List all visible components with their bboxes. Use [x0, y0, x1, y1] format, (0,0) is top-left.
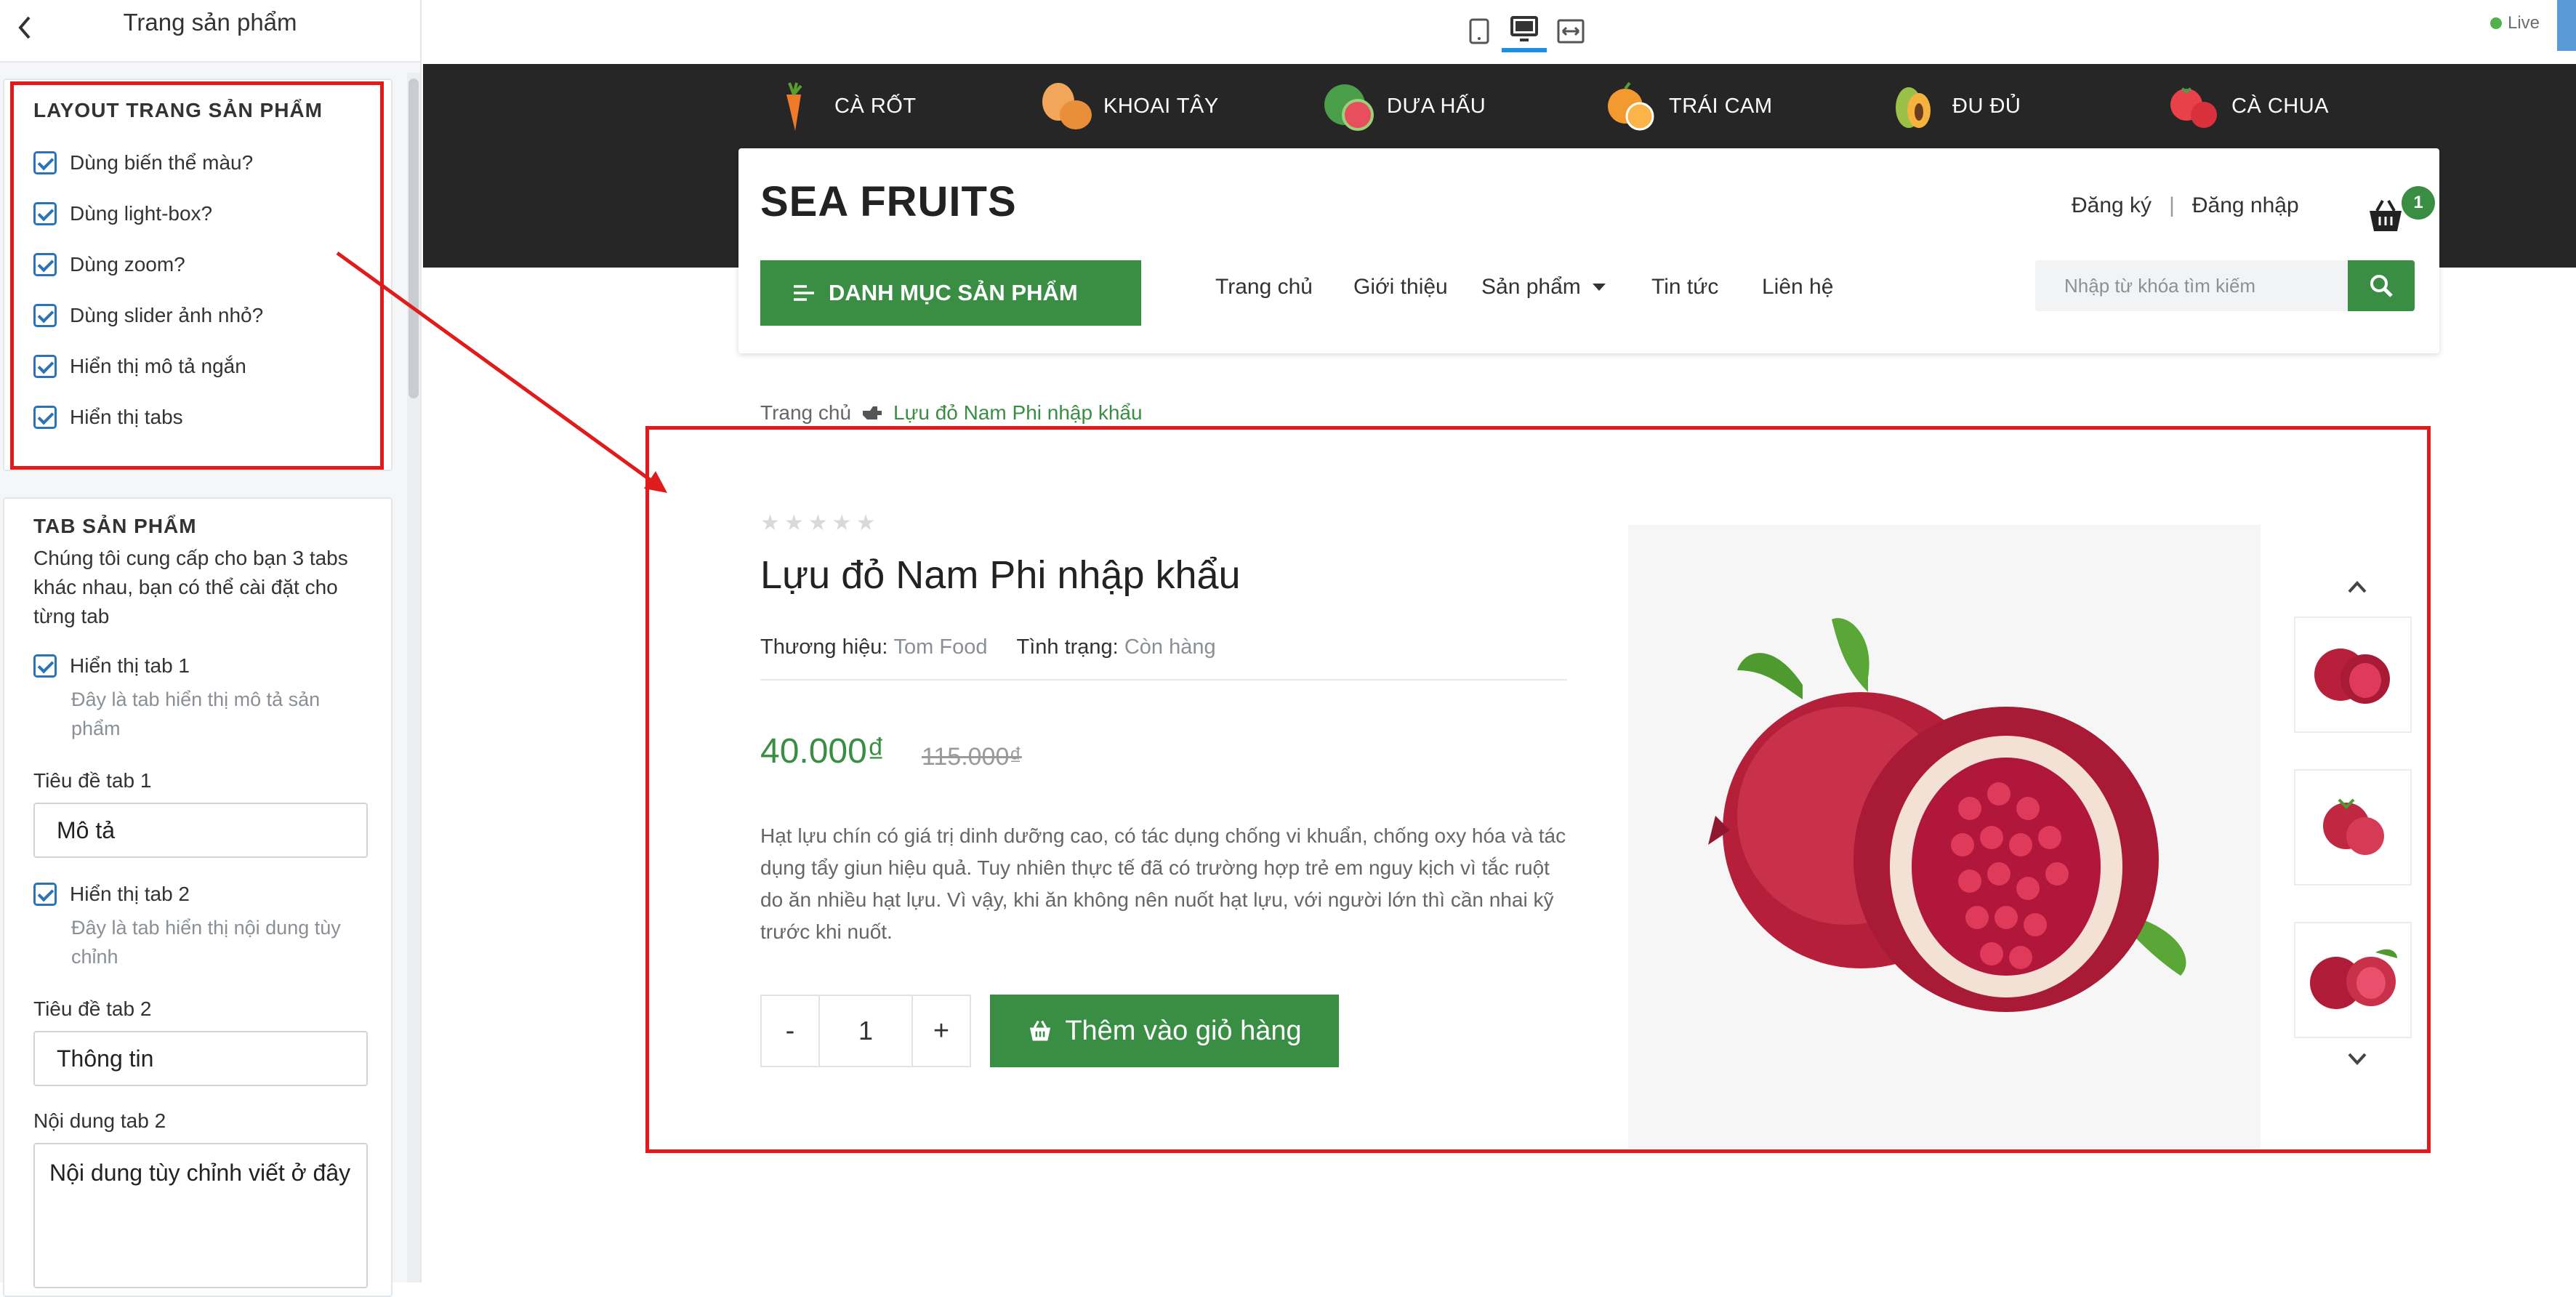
annotation-arrow-icon [336, 251, 667, 493]
